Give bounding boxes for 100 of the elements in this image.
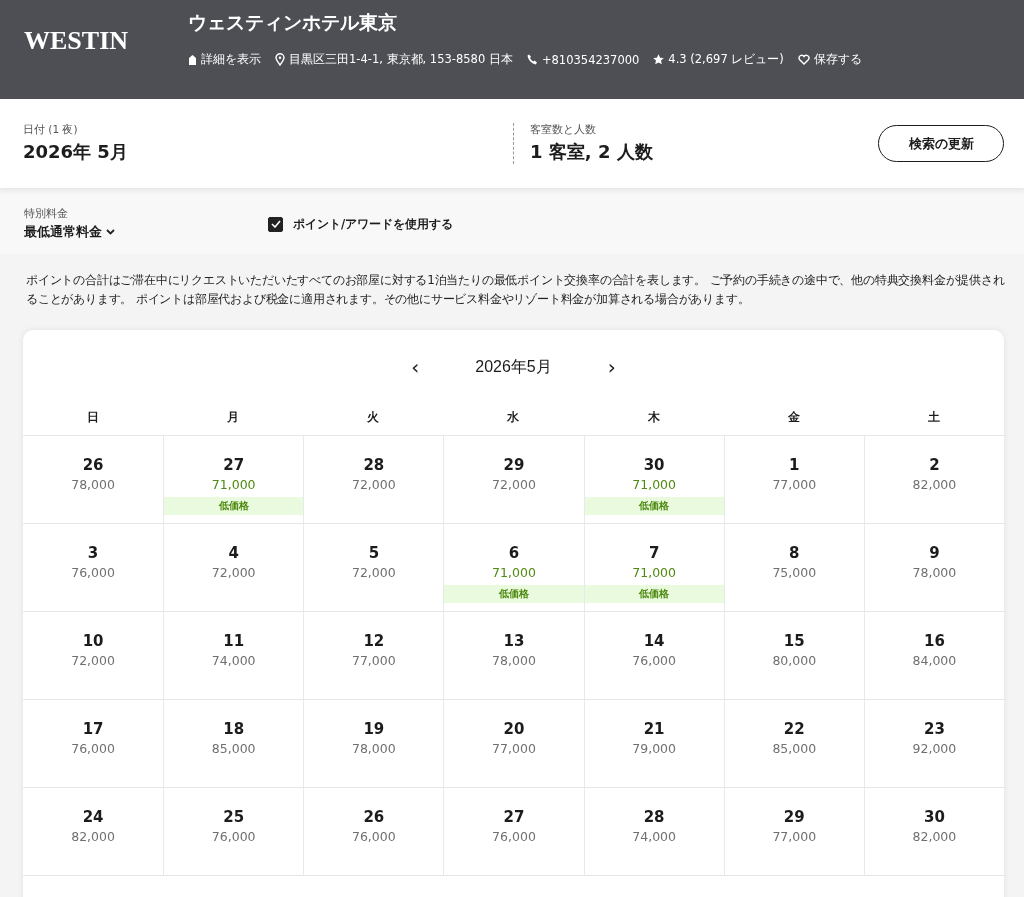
calendar-day[interactable]: 21 79,000 — [583, 700, 724, 787]
points-price: 84,000 — [912, 653, 957, 668]
day-number: 9 — [929, 544, 940, 562]
date-label: 日付 (1 夜) — [23, 123, 79, 137]
heart-icon — [797, 54, 810, 65]
calendar-day[interactable]: 30 71,000 低価格 — [583, 436, 724, 523]
calendar-day[interactable]: 29 77,000 — [723, 788, 864, 875]
points-price: 71,000 — [211, 477, 256, 492]
special-rate-label: 特別料金 — [24, 207, 69, 221]
calendar-day[interactable]: 12 77,000 — [303, 612, 444, 699]
location-pin-icon — [275, 53, 285, 66]
day-number: 19 — [363, 720, 385, 738]
calendar-day[interactable]: 1 77,000 — [723, 436, 864, 523]
day-number: 5 — [368, 544, 380, 562]
next-month-button[interactable]: › — [603, 355, 620, 379]
checkbox[interactable] — [268, 216, 283, 232]
use-points-label: ポイント/アワードを使用する — [293, 216, 454, 232]
rate-dropdown[interactable]: 最低通常料金 — [24, 223, 268, 241]
low-price-tag: 低価格 — [164, 497, 304, 515]
points-price: 76,000 — [351, 829, 396, 844]
points-price: 72,000 — [351, 477, 396, 492]
calendar-day[interactable]: 29 72,000 — [443, 436, 584, 523]
calendar-day[interactable]: 19 78,000 — [303, 700, 444, 787]
details-link[interactable]: 詳細を表示 — [188, 52, 261, 67]
day-number: 29 — [503, 456, 525, 474]
calendar-day[interactable]: 26 76,000 — [303, 788, 444, 875]
points-price: 78,000 — [492, 653, 536, 668]
calendar-day[interactable]: 27 71,000 低価格 — [163, 436, 304, 523]
day-number: 18 — [223, 720, 245, 738]
day-number: 30 — [923, 808, 945, 826]
calendar-day[interactable]: 27 76,000 — [443, 788, 584, 875]
phone-icon — [526, 54, 538, 65]
day-number: 21 — [643, 720, 665, 738]
calendar-day[interactable]: 26 78,000 — [23, 436, 164, 523]
rooms-guests-value[interactable]: 1 客室, 2 人数 — [530, 140, 878, 164]
calendar-day[interactable]: 20 77,000 — [443, 700, 584, 787]
calendar-day[interactable]: 5 72,000 — [303, 524, 444, 611]
calendar-day[interactable]: 25 76,000 — [163, 788, 304, 875]
chevron-down-icon — [106, 229, 115, 235]
day-number: 8 — [789, 544, 800, 562]
day-number: 17 — [82, 720, 104, 738]
calendar-day[interactable]: 28 72,000 — [303, 436, 444, 523]
points-price: 71,000 — [492, 565, 536, 580]
calendar-day[interactable]: 10 72,000 — [23, 612, 164, 699]
calendar-day[interactable]: 9 78,000 — [863, 524, 1004, 611]
calendar-day[interactable]: 18 85,000 — [163, 700, 304, 787]
calendar-day[interactable]: 28 74,000 — [583, 788, 724, 875]
day-number: 28 — [643, 808, 665, 826]
points-price: 82,000 — [71, 829, 115, 844]
calendar-day[interactable]: 14 76,000 — [583, 612, 724, 699]
calendar-day[interactable]: 22 85,000 — [723, 700, 864, 787]
month-title: 2026年5月 — [475, 356, 552, 377]
calendar-day[interactable]: 2 82,000 — [863, 436, 1004, 523]
update-search-button[interactable]: 検索の更新 — [878, 125, 1004, 162]
calendar-day[interactable]: 11 74,000 — [163, 612, 304, 699]
calendar-day[interactable]: 24 82,000 — [23, 788, 164, 875]
day-number: 12 — [363, 632, 385, 650]
building-icon — [188, 54, 197, 65]
points-price: 78,000 — [71, 477, 115, 492]
day-number: 4 — [228, 544, 239, 562]
day-number: 3 — [87, 544, 99, 562]
calendar-day[interactable]: 3 76,000 — [23, 524, 164, 611]
day-number: 1 — [789, 456, 800, 474]
calendar-day[interactable]: 30 82,000 — [863, 788, 1004, 875]
save-link[interactable]: 保存する — [797, 52, 862, 67]
low-price-tag: 低価格 — [584, 497, 724, 515]
day-number: 24 — [82, 808, 104, 826]
hotel-logo[interactable]: WESTIN — [24, 26, 188, 56]
day-number: 30 — [643, 456, 665, 474]
low-price-tag: 低価格 — [584, 585, 724, 603]
day-number: 13 — [503, 632, 525, 650]
points-price: 72,000 — [351, 565, 396, 580]
calendar-day[interactable]: 23 92,000 — [863, 700, 1004, 787]
points-price: 82,000 — [912, 829, 957, 844]
weekday-label: 土 — [926, 410, 941, 425]
calendar-day[interactable]: 6 71,000 低価格 — [443, 524, 584, 611]
day-number: 14 — [643, 632, 665, 650]
points-price: 82,000 — [912, 477, 957, 492]
calendar-day[interactable]: 16 84,000 — [863, 612, 1004, 699]
calendar-day[interactable]: 4 72,000 — [163, 524, 304, 611]
date-value[interactable]: 2026年 5月 — [23, 140, 513, 164]
calendar-day[interactable]: 13 78,000 — [443, 612, 584, 699]
weekday-label: 日 — [86, 410, 101, 425]
day-number: 23 — [923, 720, 945, 738]
points-price: 71,000 — [632, 477, 676, 492]
points-price: 76,000 — [211, 829, 256, 844]
points-price: 76,000 — [492, 829, 536, 844]
points-price: 85,000 — [211, 741, 256, 756]
save-text: 保存する — [813, 52, 862, 67]
calendar-day[interactable]: 15 80,000 — [723, 612, 864, 699]
calendar-day[interactable]: 7 71,000 低価格 — [583, 524, 724, 611]
calendar-day[interactable]: 8 75,000 — [723, 524, 864, 611]
points-price: 75,000 — [772, 565, 817, 580]
previous-month-button[interactable]: ‹ — [407, 355, 424, 379]
day-number: 27 — [223, 456, 245, 474]
day-number: 2 — [929, 456, 940, 474]
calendar-day[interactable]: 17 76,000 — [23, 700, 164, 787]
day-number: 28 — [363, 456, 385, 474]
low-price-tag: 低価格 — [444, 585, 584, 603]
points-price: 78,000 — [912, 565, 957, 580]
